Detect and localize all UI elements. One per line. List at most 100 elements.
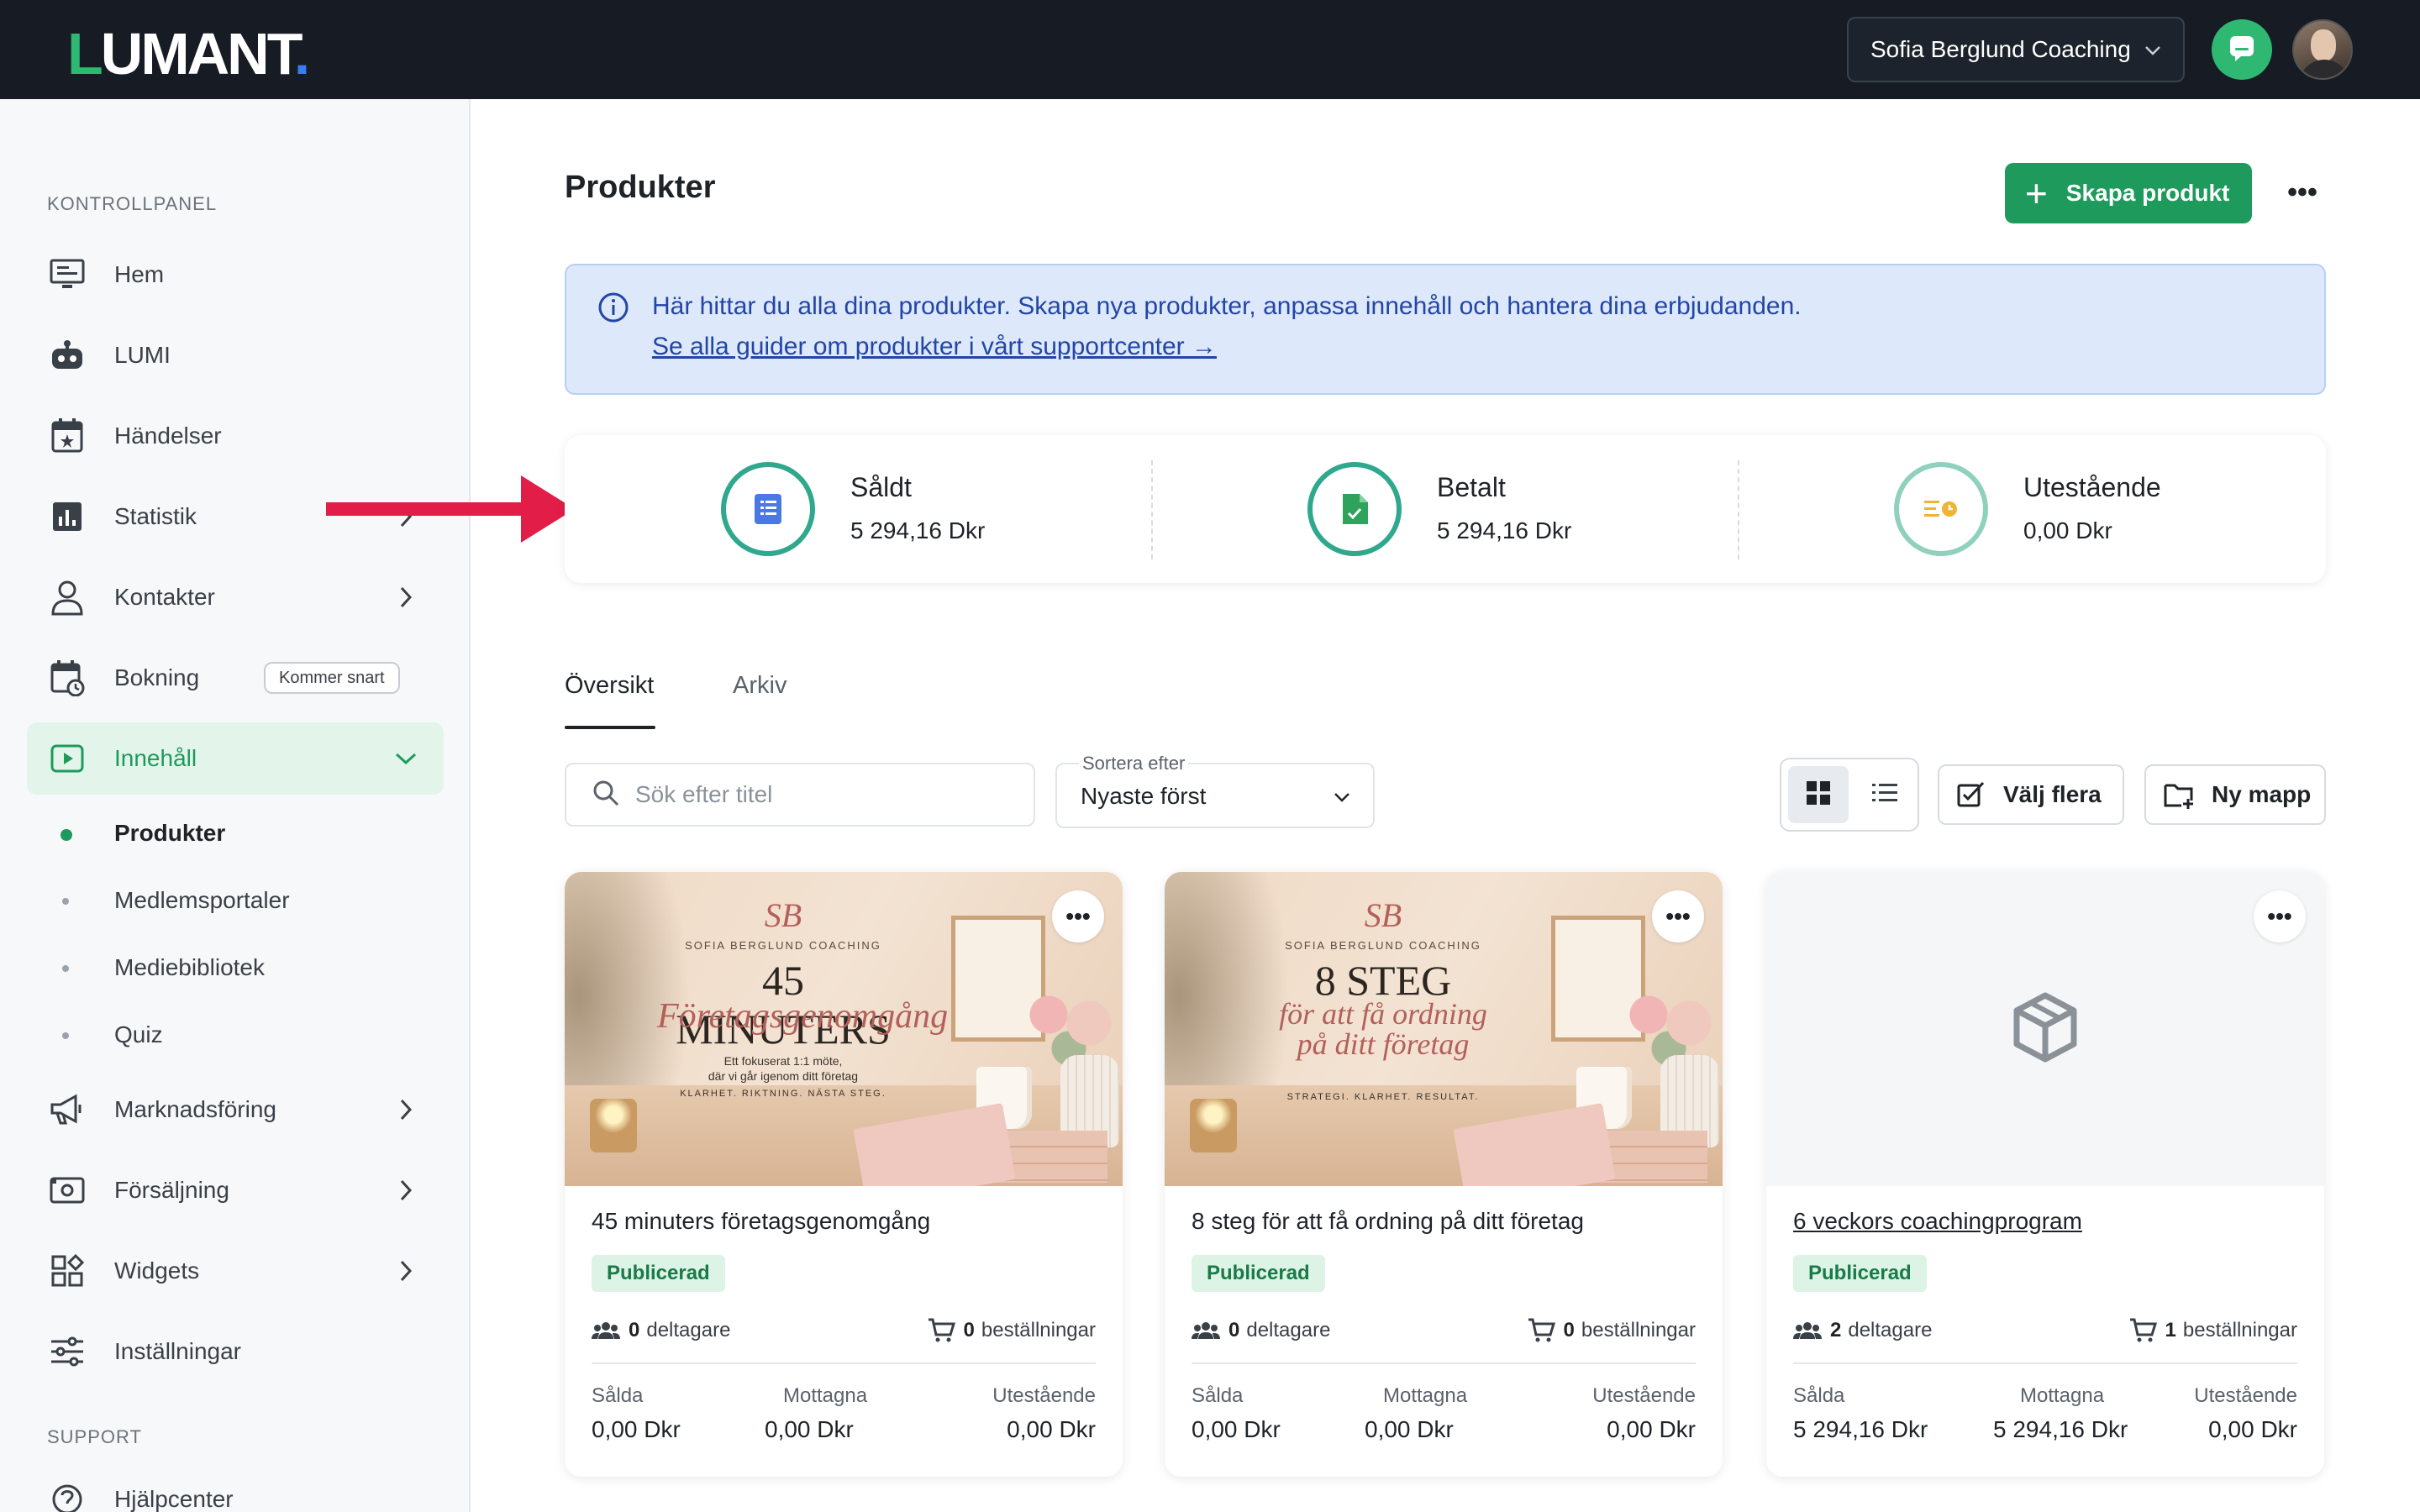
select-multiple-button[interactable]: Välj flera (1938, 764, 2124, 825)
monitor-icon (47, 255, 87, 295)
product-title[interactable]: 8 steg för att få ordning på ditt företa… (1192, 1208, 1584, 1235)
help-icon (47, 1479, 87, 1512)
sidebar-item-label: Widgets (114, 1257, 200, 1284)
grid-view-button[interactable] (1788, 766, 1849, 823)
stat-label: Betalt (1437, 472, 1506, 502)
section-title-support: SUPPORT (47, 1426, 142, 1447)
sort-label: Sortera efter (1079, 753, 1189, 774)
product-title[interactable]: 6 veckors coachingprogram (1793, 1208, 2082, 1235)
tab-overview[interactable]: Översikt (565, 672, 654, 700)
participants-count: 0 deltagare (1192, 1319, 1330, 1342)
product-card[interactable]: SB SOFIA BERGLUND COACHING 8 STEG för at… (1165, 872, 1723, 1477)
sidebar-item-label: Händelser (114, 423, 222, 449)
view-toggle (1780, 758, 1919, 832)
outstanding-amount: Utestående 0,00 Dkr (992, 1384, 1096, 1442)
stat-value: 0,00 Dkr (2023, 517, 2112, 543)
orders-count: 0 beställningar (1527, 1317, 1696, 1344)
sidebar-item-label: Marknadsföring (114, 1096, 276, 1122)
grid-icon (1805, 780, 1832, 811)
create-product-label: Skapa produkt (2065, 180, 2230, 206)
sold-amount: Sålda 0,00 Dkr (592, 1384, 681, 1442)
cart-icon (2129, 1318, 2157, 1342)
create-product-button[interactable]: + Skapa produkt (2005, 163, 2252, 223)
sidebar-subitem-quiz[interactable]: Quiz (27, 1008, 444, 1062)
product-card[interactable]: ••• 6 veckors coachingprogram Publicerad… (1766, 872, 2324, 1477)
thumbnail-brand: SOFIA BERGLUND COACHING (1285, 939, 1481, 952)
sidebar-item-content[interactable]: Innehåll (27, 722, 444, 795)
search-input[interactable]: Sök efter titel (565, 763, 1035, 827)
stat-value: 5 294,16 Dkr (850, 517, 986, 543)
stat-outstanding: Utestående 0,00 Dkr (1738, 435, 2324, 583)
sidebar-item-contacts[interactable]: Kontakter (27, 561, 444, 633)
thumbnail-caption: Ett fokuserat 1:1 möte, där vi går igenom… (708, 1054, 859, 1083)
chevron-right-icon (400, 1099, 413, 1121)
sidebar-item-widgets[interactable]: Widgets (27, 1235, 444, 1307)
sidebar-item-events[interactable]: Händelser (27, 400, 444, 472)
sidebar-item-label: Innehåll (114, 745, 197, 771)
sidebar-subitem-media-library[interactable]: Mediebibliotek (27, 941, 444, 995)
sidebar-item-booking[interactable]: Bokning Kommer snart (27, 642, 444, 714)
calendar-star-icon (47, 416, 87, 456)
chat-button[interactable] (2212, 19, 2272, 80)
stat-label: Utestående (2023, 472, 2161, 502)
megaphone-icon (47, 1089, 87, 1130)
sidebar-item-home[interactable]: Hem (27, 239, 444, 311)
thumbnail-brand: SOFIA BERGLUND COACHING (685, 939, 881, 952)
coming-soon-badge: Kommer snart (264, 662, 400, 694)
sort-select[interactable]: Sortera efter Nyaste först (1055, 753, 1375, 828)
sold-amount: Sålda 5 294,16 Dkr (1793, 1384, 1928, 1442)
card-more-button[interactable]: ••• (1052, 890, 1104, 942)
info-message: Här hittar du alla dina produkter. Skapa… (652, 292, 1802, 320)
chat-icon (2227, 33, 2257, 67)
chevron-down-icon (1334, 793, 1349, 802)
product-thumbnail[interactable]: SB SOFIA BERGLUND COACHING 45 MINUTERS F… (565, 872, 1123, 1186)
receipt-icon (721, 462, 815, 556)
sidebar-item-help-center[interactable]: Hjälpcenter (27, 1463, 444, 1512)
more-options-button[interactable]: ••• (2279, 173, 2326, 212)
card-more-button[interactable]: ••• (1652, 890, 1704, 942)
account-switcher[interactable]: Sofia Berglund Coaching (1847, 17, 2185, 82)
sidebar-item-label: Inställningar (114, 1338, 241, 1364)
product-card[interactable]: SB SOFIA BERGLUND COACHING 45 MINUTERS F… (565, 872, 1123, 1477)
new-folder-label: Ny mapp (2212, 781, 2312, 807)
sold-amount: Sålda 0,00 Dkr (1192, 1384, 1281, 1442)
thumbnail-tagline: STRATEGI. KLARHET. RESULTAT. (1286, 1092, 1480, 1102)
paid-document-icon (1307, 462, 1402, 556)
outstanding-amount: Utestående 0,00 Dkr (2194, 1384, 2297, 1442)
product-thumbnail[interactable]: SB SOFIA BERGLUND COACHING 8 STEG för at… (1165, 872, 1723, 1186)
list-view-button[interactable] (1855, 766, 1914, 823)
sidebar-item-marketing[interactable]: Marknadsföring (27, 1074, 444, 1146)
info-banner: Här hittar du alla dina produkter. Skapa… (565, 264, 2326, 395)
sidebar-subitem-label: Medlemsportaler (114, 887, 290, 913)
package-icon (2012, 992, 2079, 1067)
user-icon (47, 577, 87, 617)
sidebar-item-label: Hem (114, 261, 165, 287)
cart-icon (1528, 1318, 1555, 1342)
orders-count: 1 beställningar (2128, 1317, 2297, 1344)
users-icon (1793, 1322, 1822, 1339)
product-title[interactable]: 45 minuters företagsgenomgång (592, 1208, 930, 1235)
section-title-dashboard: KONTROLLPANEL (47, 193, 218, 214)
support-guides-link[interactable]: Se alla guider om produkter i vårt suppo… (652, 333, 1217, 361)
sidebar-item-sales[interactable]: Försäljning (27, 1154, 444, 1226)
tab-archive[interactable]: Arkiv (733, 672, 786, 700)
participants-count: 0 deltagare (592, 1319, 730, 1342)
sidebar-item-lumi[interactable]: LUMI (27, 319, 444, 391)
cart-icon (928, 1318, 955, 1342)
thumbnail-tagline: KLARHET. RIKTNING. NÄSTA STEG. (680, 1089, 886, 1099)
sort-value: Nyaste först (1081, 783, 1207, 809)
top-bar: LUMANT. Sofia Berglund Coaching (0, 0, 2420, 99)
new-folder-button[interactable]: Ny mapp (2144, 764, 2326, 825)
thumbnail-script: Företagsgenomgång (657, 997, 949, 1036)
sidebar-item-settings[interactable]: Inställningar (27, 1315, 444, 1388)
sidebar-subitem-products[interactable]: Produkter (27, 806, 444, 860)
card-more-button[interactable]: ••• (2254, 890, 2306, 942)
account-name: Sofia Berglund Coaching (1870, 36, 2131, 62)
received-amount: Mottagna 5 294,16 Dkr (1993, 1384, 2128, 1442)
sidebar-subitem-member-portals[interactable]: Medlemsportaler (27, 874, 444, 927)
participants-count: 2 deltagare (1793, 1319, 1932, 1342)
avatar[interactable] (2292, 19, 2353, 80)
list-icon (1870, 780, 1899, 810)
product-thumbnail[interactable] (1766, 872, 2324, 1186)
logo[interactable]: LUMANT. (67, 20, 310, 87)
